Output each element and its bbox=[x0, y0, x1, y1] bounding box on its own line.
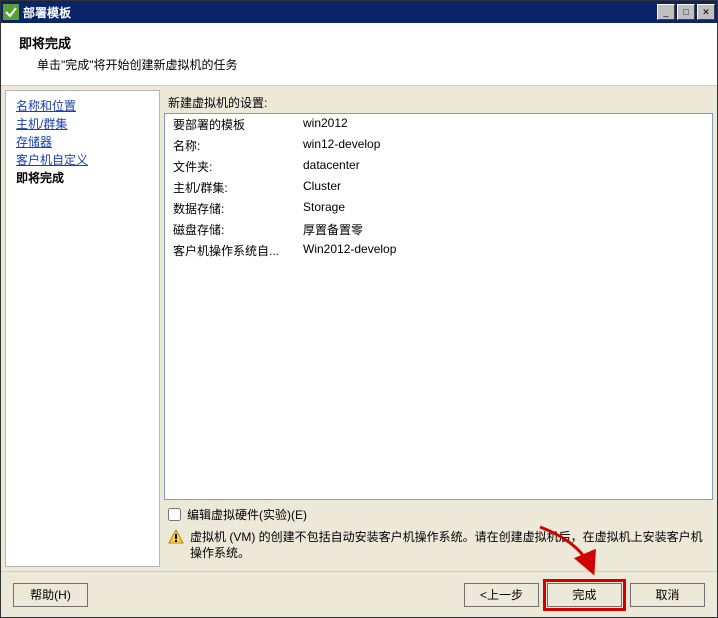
lower-options: 编辑虚拟硬件(实验)(E) 虚拟机 (VM) 的创建不包括自动安装客户机操作系统… bbox=[164, 500, 713, 567]
sidebar-step-ready: 即将完成 bbox=[16, 169, 149, 187]
warning-icon bbox=[168, 529, 184, 545]
edit-hardware-label: 编辑虚拟硬件(实验)(E) bbox=[187, 506, 307, 523]
main-area: 名称和位置 主机/群集 存储器 客户机自定义 即将完成 新建虚拟机的设置: 要部… bbox=[1, 86, 717, 571]
row-disk-provision: 磁盘存储:厚置备置零 bbox=[165, 219, 712, 240]
app-icon bbox=[3, 4, 19, 20]
row-name: 名称:win12-develop bbox=[165, 135, 712, 156]
row-datastore: 数据存储:Storage bbox=[165, 198, 712, 219]
sidebar-step-guest-custom[interactable]: 客户机自定义 bbox=[16, 151, 149, 169]
sidebar-step-name-location[interactable]: 名称和位置 bbox=[16, 97, 149, 115]
row-folder: 文件夹:datacenter bbox=[165, 156, 712, 177]
window-title: 部署模板 bbox=[23, 4, 657, 21]
sidebar-step-host-cluster[interactable]: 主机/群集 bbox=[16, 115, 149, 133]
help-button[interactable]: 帮助(H) bbox=[13, 583, 88, 607]
window-controls: _ □ ✕ bbox=[657, 4, 715, 20]
warning-text: 虚拟机 (VM) 的创建不包括自动安装客户机操作系统。请在创建虚拟机后，在虚拟机… bbox=[190, 529, 709, 561]
settings-summary-box: 要部署的模板win2012 名称:win12-develop 文件夹:datac… bbox=[164, 113, 713, 500]
maximize-button[interactable]: □ bbox=[677, 4, 695, 20]
edit-hardware-checkbox-row[interactable]: 编辑虚拟硬件(实验)(E) bbox=[168, 506, 709, 523]
close-button[interactable]: ✕ bbox=[697, 4, 715, 20]
dialog-footer: 帮助(H) <上一步 完成 取消 bbox=[1, 571, 717, 617]
settings-table: 要部署的模板win2012 名称:win12-develop 文件夹:datac… bbox=[165, 114, 712, 261]
row-template: 要部署的模板win2012 bbox=[165, 114, 712, 135]
cancel-button[interactable]: 取消 bbox=[630, 583, 705, 607]
dialog-window: 部署模板 _ □ ✕ 即将完成 单击"完成"将开始创建新虚拟机的任务 名称和位置… bbox=[0, 0, 718, 618]
header-subtitle: 单击"完成"将开始创建新虚拟机的任务 bbox=[19, 56, 699, 73]
row-guest-os: 客户机操作系统自...Win2012-develop bbox=[165, 240, 712, 261]
header-pane: 即将完成 单击"完成"将开始创建新虚拟机的任务 bbox=[1, 23, 717, 86]
edit-hardware-checkbox[interactable] bbox=[168, 508, 181, 521]
content-column: 新建虚拟机的设置: 要部署的模板win2012 名称:win12-develop… bbox=[160, 86, 717, 571]
warning-row: 虚拟机 (VM) 的创建不包括自动安装客户机操作系统。请在创建虚拟机后，在虚拟机… bbox=[168, 529, 709, 561]
wizard-steps-sidebar: 名称和位置 主机/群集 存储器 客户机自定义 即将完成 bbox=[5, 90, 160, 567]
finish-button[interactable]: 完成 bbox=[547, 583, 622, 607]
minimize-button[interactable]: _ bbox=[657, 4, 675, 20]
settings-heading: 新建虚拟机的设置: bbox=[164, 90, 713, 113]
sidebar-step-storage[interactable]: 存储器 bbox=[16, 133, 149, 151]
header-title: 即将完成 bbox=[19, 33, 699, 52]
back-button[interactable]: <上一步 bbox=[464, 583, 539, 607]
row-host-cluster: 主机/群集:Cluster bbox=[165, 177, 712, 198]
title-bar: 部署模板 _ □ ✕ bbox=[1, 1, 717, 23]
